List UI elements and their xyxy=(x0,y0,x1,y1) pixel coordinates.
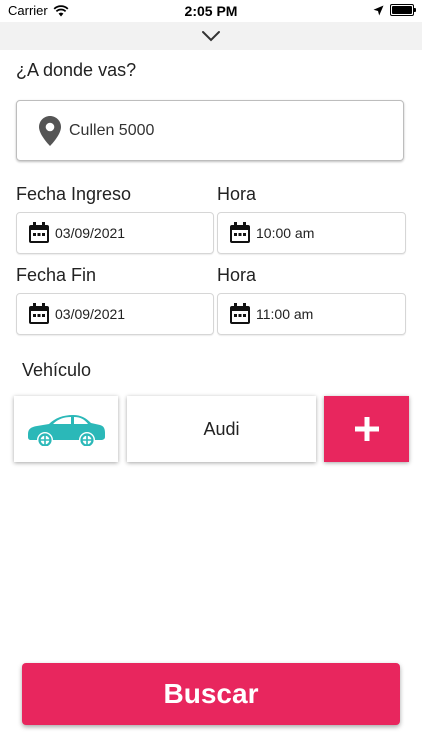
start-time-label: Hora xyxy=(217,184,257,204)
status-bar: Carrier 2:05 PM xyxy=(0,0,422,22)
chevron-down-icon[interactable] xyxy=(201,30,221,42)
end-time-field[interactable]: 11:00 am xyxy=(217,293,406,335)
clock: 2:05 PM xyxy=(184,3,238,19)
end-time-value: 11:00 am xyxy=(256,306,314,322)
destination-question: ¿A donde vas? xyxy=(16,60,137,80)
collapse-bar[interactable] xyxy=(0,22,422,50)
start-date-value: 03/09/2021 xyxy=(55,225,126,241)
vehicle-name-card[interactable]: Audi xyxy=(127,396,316,462)
start-time-field[interactable]: 10:00 am xyxy=(217,212,406,254)
plus-icon xyxy=(354,417,379,441)
vehicle-name: Audi xyxy=(203,418,240,439)
search-button[interactable]: Buscar xyxy=(22,663,400,725)
calendar-icon xyxy=(29,222,49,243)
calendar-icon xyxy=(230,303,250,324)
start-time-value: 10:00 am xyxy=(256,225,315,241)
end-date-field[interactable]: 03/09/2021 xyxy=(16,293,214,335)
start-date-label: Fecha Ingreso xyxy=(16,184,132,204)
start-date-field[interactable]: 03/09/2021 xyxy=(16,212,214,254)
calendar-icon xyxy=(230,222,250,243)
vehicle-label: Vehículo xyxy=(22,360,92,380)
car-icon xyxy=(28,415,105,446)
destination-field[interactable]: Cullen 5000 xyxy=(16,100,404,161)
end-date-value: 03/09/2021 xyxy=(55,306,126,322)
vehicle-type-card[interactable] xyxy=(14,396,118,462)
end-time-label: Hora xyxy=(217,265,257,285)
end-date-label: Fecha Fin xyxy=(16,265,97,285)
battery-icon xyxy=(390,4,416,16)
add-vehicle-button[interactable] xyxy=(324,396,409,462)
location-pin-icon xyxy=(39,115,61,146)
location-arrow-icon xyxy=(373,5,384,15)
destination-value: Cullen 5000 xyxy=(69,121,155,139)
calendar-icon xyxy=(29,303,49,324)
status-right xyxy=(373,4,416,16)
